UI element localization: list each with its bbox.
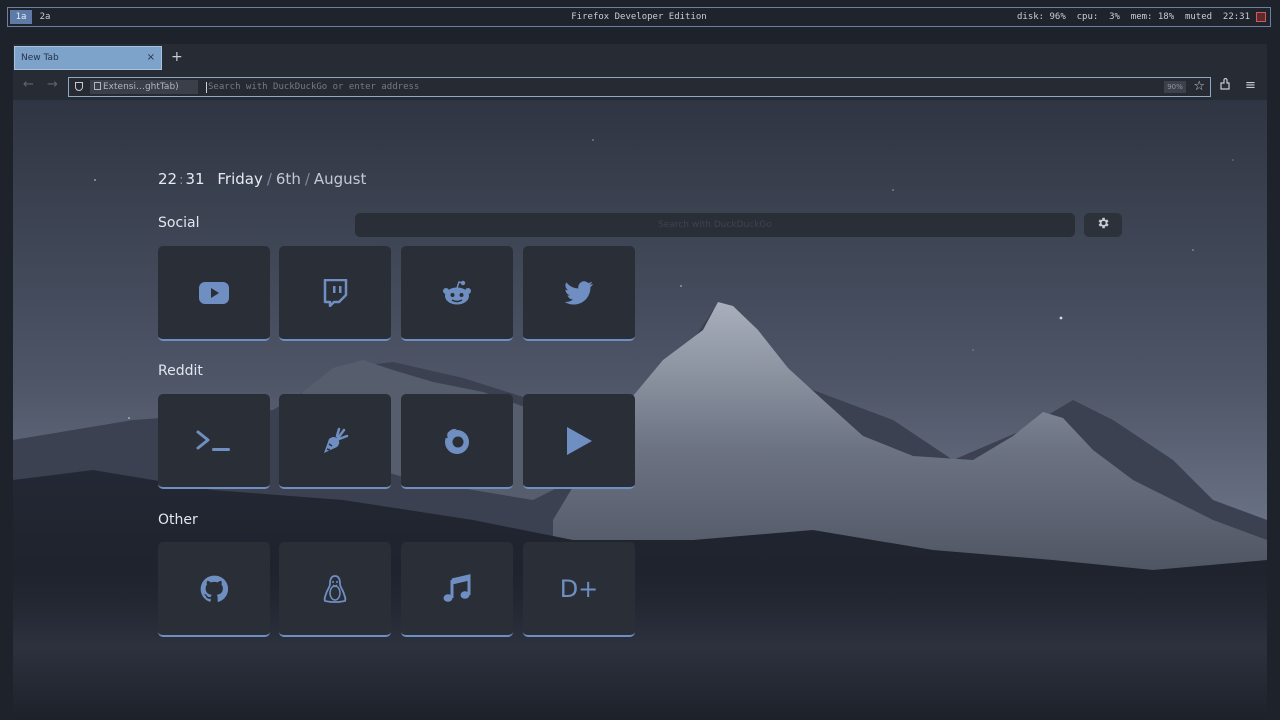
- date-month: August: [313, 170, 367, 188]
- youtube-icon: [199, 281, 229, 304]
- bookmark-star-icon[interactable]: ☆: [1193, 78, 1205, 96]
- link-tile-reddit[interactable]: [401, 246, 513, 341]
- tab-new-tab[interactable]: New Tab ×: [14, 46, 162, 70]
- twitch-icon: [323, 278, 348, 307]
- power-icon[interactable]: [1256, 12, 1266, 22]
- link-tile-unixporn[interactable]: [158, 394, 270, 489]
- link-tile-vim[interactable]: [279, 394, 391, 489]
- link-tile-twitch[interactable]: [279, 246, 391, 341]
- link-tile-firefox[interactable]: [401, 394, 513, 489]
- date-day: 6th: [275, 170, 301, 188]
- carrot-icon: [324, 427, 349, 453]
- extension-identity-chip[interactable]: Extensi…ghtTab): [90, 80, 198, 94]
- link-tile-linux[interactable]: [279, 542, 391, 637]
- newtab-page: 22:31 Friday/6th/August Social Reddit: [13, 100, 1267, 720]
- linux-icon: [323, 574, 347, 603]
- shield-icon[interactable]: [75, 82, 83, 91]
- reddit-icon: [443, 280, 471, 304]
- play-icon: [567, 426, 592, 455]
- url-input[interactable]: [208, 78, 1008, 96]
- date-separator: /: [266, 170, 272, 188]
- zoom-badge[interactable]: 90%: [1164, 81, 1186, 93]
- disney-plus-label: D+: [559, 574, 599, 603]
- link-tile-disney-plus[interactable]: D+: [523, 542, 635, 637]
- music-icon: [443, 573, 471, 602]
- gear-icon: [1098, 217, 1109, 229]
- system-bar: 1a 2a Firefox Developer Edition disk: 96…: [7, 7, 1271, 27]
- search-input[interactable]: [355, 213, 1075, 237]
- text-caret: [206, 82, 207, 93]
- settings-button[interactable]: [1084, 213, 1122, 237]
- extension-name: Extensi…ghtTab): [103, 82, 179, 92]
- clock-separator: :: [179, 173, 184, 188]
- clock-date: 22:31 Friday/6th / August: [158, 170, 366, 188]
- browser-window: New Tab × + ← → Extensi…ghtTab) 90% ☆ ≡: [13, 44, 1267, 720]
- link-tile-youtube[interactable]: [158, 246, 270, 341]
- date-separator: /: [304, 170, 310, 188]
- date-weekday: Friday: [217, 170, 263, 188]
- extensions-icon[interactable]: [1219, 77, 1231, 94]
- link-tile-github[interactable]: [158, 542, 270, 637]
- firefox-icon: [445, 428, 469, 454]
- close-icon[interactable]: ×: [147, 47, 155, 69]
- menu-icon[interactable]: ≡: [1245, 78, 1256, 93]
- link-tile-play[interactable]: [523, 394, 635, 489]
- address-bar[interactable]: Extensi…ghtTab) 90% ☆: [68, 77, 1211, 97]
- file-icon: [94, 82, 101, 90]
- tab-title: New Tab: [21, 53, 59, 63]
- section-title-social: Social: [158, 215, 200, 231]
- forward-button[interactable]: →: [47, 77, 58, 92]
- terminal-icon: [196, 430, 230, 451]
- back-button[interactable]: ←: [23, 77, 34, 92]
- link-tile-twitter[interactable]: [523, 246, 635, 341]
- clock-hours: 22: [158, 170, 178, 188]
- section-title-reddit: Reddit: [158, 363, 203, 379]
- link-tile-music[interactable]: [401, 542, 513, 637]
- section-title-other: Other: [158, 512, 198, 528]
- twitter-icon: [564, 280, 593, 305]
- clock-minutes: 31: [185, 170, 205, 188]
- system-status: disk: 96% cpu: 3% mem: 18% muted 22:31: [1017, 12, 1250, 22]
- github-icon: [200, 575, 228, 602]
- new-tab-button[interactable]: +: [171, 49, 183, 65]
